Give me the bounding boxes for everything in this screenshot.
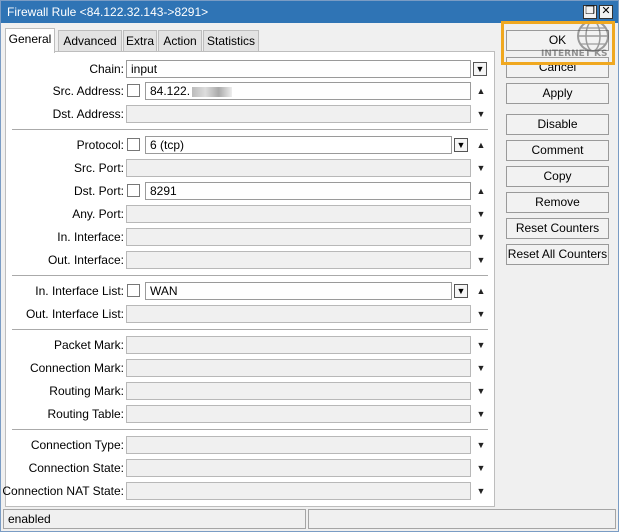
tab-general[interactable]: General (5, 28, 55, 53)
collapse-up-icon[interactable]: ▲ (475, 186, 487, 196)
tab-advanced[interactable]: Advanced (58, 30, 122, 52)
expand-down-icon[interactable]: ▼ (475, 340, 487, 350)
general-tab-panel: Chain: input ▼ Src. Address: 84.122. ▲ D… (2, 51, 495, 507)
comment-button[interactable]: Comment (506, 140, 609, 161)
out-interface-list-input[interactable] (126, 305, 471, 323)
expand-down-icon[interactable]: ▼ (475, 409, 487, 419)
src-address-value: 84.122. (150, 84, 191, 98)
copy-button[interactable]: Copy (506, 166, 609, 187)
expand-down-icon[interactable]: ▼ (475, 232, 487, 242)
src-port-label: Src. Port: (73, 161, 124, 175)
expand-down-icon[interactable]: ▼ (475, 255, 487, 265)
status-secondary (308, 509, 616, 529)
in-interface-input[interactable] (126, 228, 471, 246)
any-port-input[interactable] (126, 205, 471, 223)
status-enabled: enabled (3, 509, 306, 529)
expand-down-icon[interactable]: ▼ (475, 109, 487, 119)
connection-state-input[interactable] (126, 459, 471, 477)
src-port-input[interactable] (126, 159, 471, 177)
connection-type-label: Connection Type: (30, 438, 124, 452)
any-port-label: Any. Port: (72, 207, 124, 221)
dst-port-negate-checkbox[interactable] (127, 184, 140, 197)
in-interface-list-select[interactable]: WAN (145, 282, 452, 300)
connection-type-input[interactable] (126, 436, 471, 454)
expand-down-icon[interactable]: ▼ (475, 163, 487, 173)
src-address-negate-checkbox[interactable] (127, 84, 140, 97)
protocol-select[interactable]: 6 (tcp) (145, 136, 452, 154)
in-interface-list-dropdown-icon[interactable]: ▼ (454, 284, 468, 298)
expand-down-icon[interactable]: ▼ (475, 309, 487, 319)
expand-down-icon[interactable]: ▼ (475, 209, 487, 219)
connection-state-label: Connection State: (28, 461, 124, 475)
out-interface-input[interactable] (126, 251, 471, 269)
tab-extra[interactable]: Extra (123, 30, 157, 52)
connection-mark-label: Connection Mark: (29, 361, 124, 375)
packet-mark-label: Packet Mark: (53, 338, 124, 352)
expand-down-icon[interactable]: ▼ (475, 486, 487, 496)
apply-button[interactable]: Apply (506, 83, 609, 104)
collapse-up-icon[interactable]: ▲ (475, 140, 487, 150)
protocol-negate-checkbox[interactable] (127, 138, 140, 151)
window-title: Firewall Rule <84.122.32.143->8291> (7, 5, 209, 19)
packet-mark-input[interactable] (126, 336, 471, 354)
routing-mark-input[interactable] (126, 382, 471, 400)
in-interface-list-label: In. Interface List: (35, 284, 124, 298)
divider (12, 429, 488, 430)
disable-button[interactable]: Disable (506, 114, 609, 135)
close-icon[interactable]: ✕ (599, 5, 613, 19)
out-interface-list-label: Out. Interface List: (25, 307, 124, 321)
chain-select[interactable]: input (126, 60, 471, 78)
routing-mark-label: Routing Mark: (49, 384, 124, 398)
dst-port-label: Dst. Port: (73, 184, 124, 198)
divider (12, 275, 488, 276)
expand-down-icon[interactable]: ▼ (475, 440, 487, 450)
dst-port-input[interactable]: 8291 (145, 182, 471, 200)
collapse-up-icon[interactable]: ▲ (475, 286, 487, 296)
tab-statistics[interactable]: Statistics (203, 30, 259, 52)
reset-all-counters-button[interactable]: Reset All Counters (506, 244, 609, 265)
routing-table-label: Routing Table: (47, 407, 125, 421)
firewall-rule-window: Firewall Rule <84.122.32.143->8291> ❐ ✕ … (0, 0, 619, 532)
remove-button[interactable]: Remove (506, 192, 609, 213)
routing-table-input[interactable] (126, 405, 471, 423)
chain-dropdown-icon[interactable]: ▼ (473, 62, 487, 76)
in-interface-label: In. Interface: (57, 230, 124, 244)
title-bar[interactable]: Firewall Rule <84.122.32.143->8291> ❐ ✕ (1, 1, 618, 23)
dst-address-input[interactable] (126, 105, 471, 123)
connection-mark-input[interactable] (126, 359, 471, 377)
restore-icon[interactable]: ❐ (583, 5, 597, 19)
out-interface-label: Out. Interface: (47, 253, 124, 267)
connection-nat-state-input[interactable] (126, 482, 471, 500)
protocol-label: Protocol: (76, 138, 124, 152)
dst-address-label: Dst. Address: (52, 107, 124, 121)
ok-highlight-box (501, 21, 615, 65)
reset-counters-button[interactable]: Reset Counters (506, 218, 609, 239)
protocol-dropdown-icon[interactable]: ▼ (454, 138, 468, 152)
chain-label: Chain: (89, 62, 124, 76)
in-interface-list-negate-checkbox[interactable] (127, 284, 140, 297)
collapse-up-icon[interactable]: ▲ (475, 86, 487, 96)
src-address-input[interactable]: 84.122. (145, 82, 471, 100)
redacted-block (192, 86, 233, 97)
expand-down-icon[interactable]: ▼ (475, 463, 487, 473)
divider (12, 129, 488, 130)
divider (12, 329, 488, 330)
expand-down-icon[interactable]: ▼ (475, 386, 487, 396)
expand-down-icon[interactable]: ▼ (475, 363, 487, 373)
src-address-label: Src. Address: (52, 84, 124, 98)
tab-action[interactable]: Action (158, 30, 202, 52)
connection-nat-state-label: Connection NAT State: (2, 484, 124, 498)
